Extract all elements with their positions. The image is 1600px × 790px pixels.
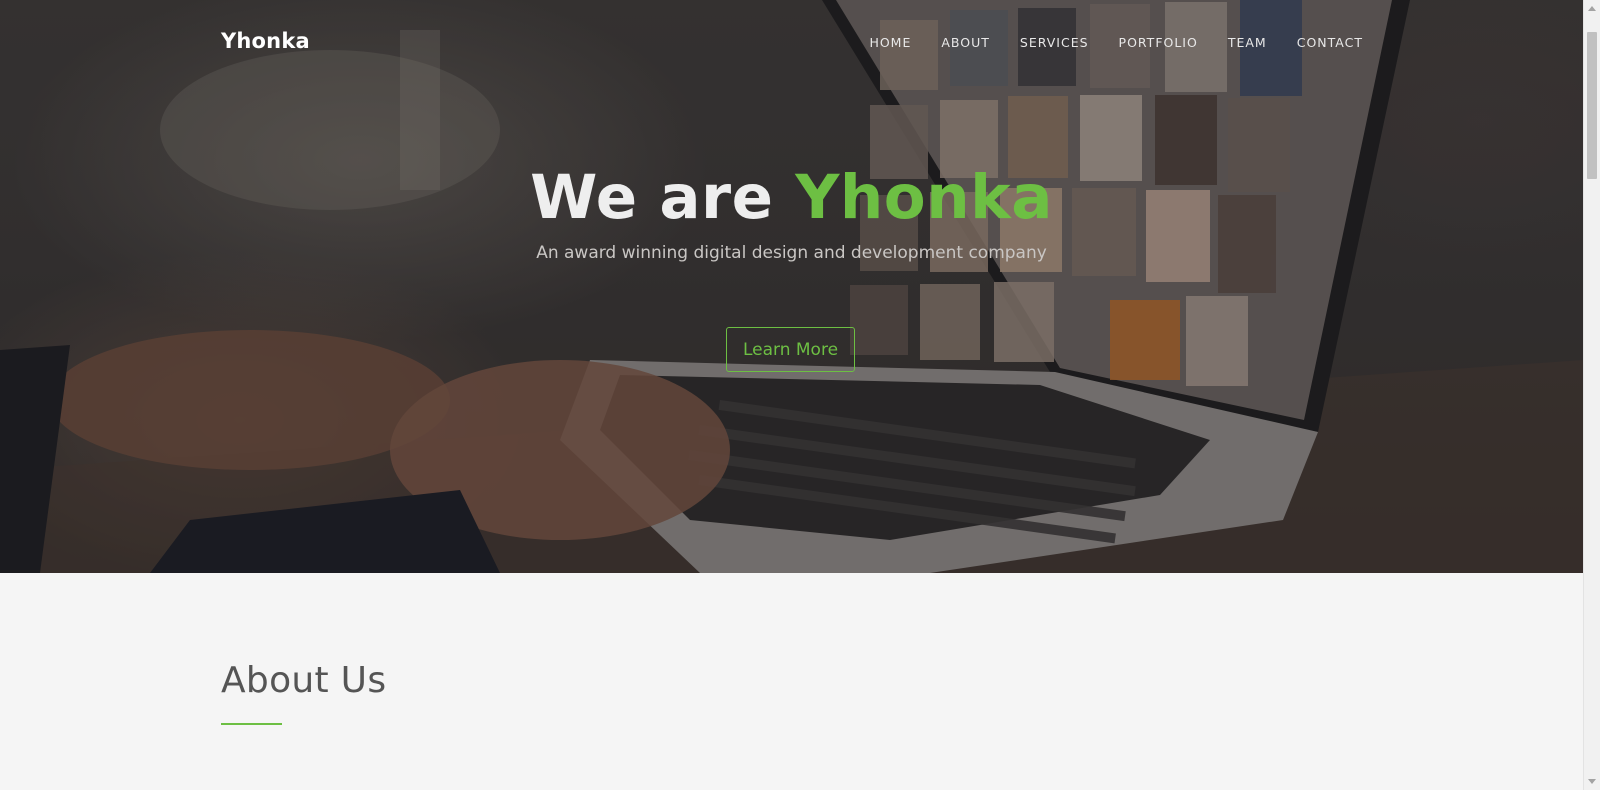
nav-item-services: SERVICES [1005, 35, 1104, 50]
page: Yhonka HOME ABOUT SERVICES PORTFOLIO TEA… [0, 0, 1600, 790]
about-section: About Us [0, 573, 1583, 790]
brand-logo[interactable]: Yhonka [221, 29, 310, 53]
hero-dark-overlay [0, 0, 1583, 573]
main-navigation: HOME ABOUT SERVICES PORTFOLIO TEAM CONTA… [854, 35, 1363, 50]
nav-link-portfolio[interactable]: PORTFOLIO [1104, 35, 1213, 50]
page-scrollbar[interactable] [1583, 0, 1600, 790]
hero-subtitle: An award winning digital design and deve… [536, 243, 1047, 263]
nav-item-about: ABOUT [926, 35, 1005, 50]
learn-more-button[interactable]: Learn More [726, 327, 855, 372]
nav-link-team[interactable]: TEAM [1213, 35, 1282, 50]
scroll-up-arrow-icon[interactable] [1588, 6, 1596, 11]
hero-title-accent: Yhonka [795, 162, 1053, 233]
hero-title-prefix: We are [530, 162, 796, 233]
nav-item-home: HOME [854, 35, 926, 50]
hero-title: We are Yhonka [0, 162, 1583, 233]
nav-item-portfolio: PORTFOLIO [1104, 35, 1213, 50]
scrollbar-thumb[interactable] [1587, 32, 1597, 179]
hero-section: Yhonka HOME ABOUT SERVICES PORTFOLIO TEA… [0, 0, 1583, 573]
nav-link-about[interactable]: ABOUT [926, 35, 1005, 50]
nav-link-services[interactable]: SERVICES [1005, 35, 1104, 50]
nav-link-home[interactable]: HOME [854, 35, 926, 50]
about-title-underline [221, 723, 282, 725]
scroll-down-arrow-icon[interactable] [1588, 779, 1596, 784]
nav-item-team: TEAM [1213, 35, 1282, 50]
nav-item-contact: CONTACT [1282, 35, 1363, 50]
nav-link-contact[interactable]: CONTACT [1282, 35, 1363, 50]
about-title: About Us [221, 660, 387, 701]
